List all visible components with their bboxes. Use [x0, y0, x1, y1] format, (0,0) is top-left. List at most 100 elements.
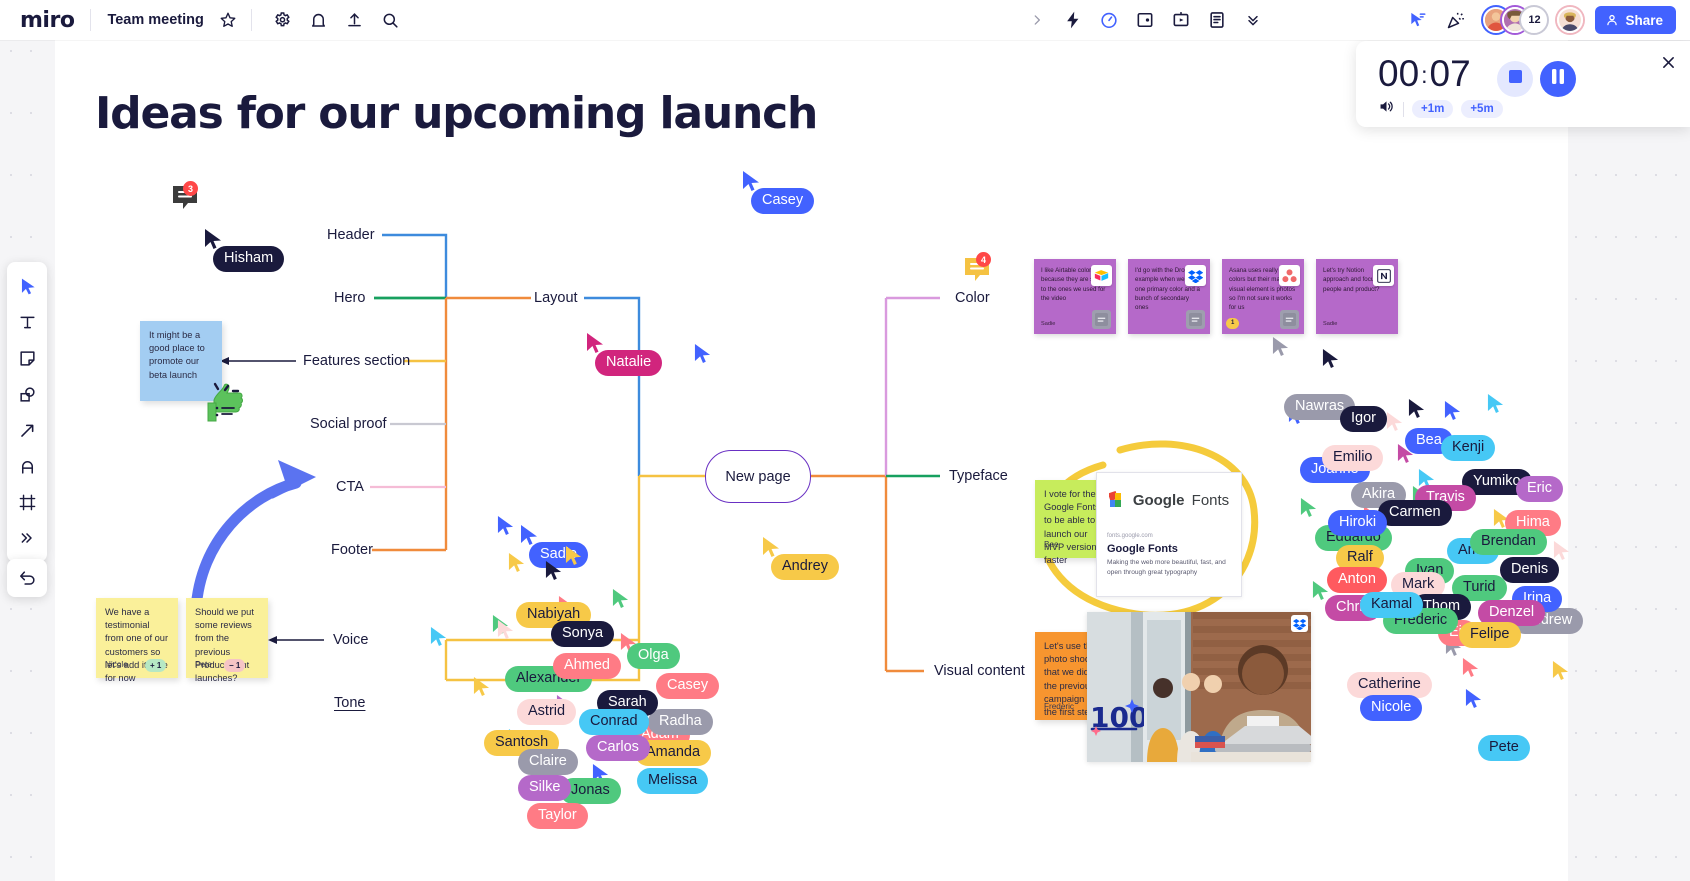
sticky-vote[interactable]: − 1	[224, 658, 246, 672]
divider	[250, 9, 252, 31]
screen-share-icon[interactable]	[1128, 3, 1162, 37]
timer-add-1m-button[interactable]: +1m	[1412, 100, 1454, 118]
gf-brand-fonts: Fonts	[1191, 491, 1230, 509]
participant-tag[interactable]: Olga	[627, 643, 680, 669]
chevron-right-icon[interactable]	[1020, 3, 1054, 37]
participant-tag[interactable]: Eric	[1516, 476, 1563, 502]
collaborator-avatars[interactable]: 12	[1483, 7, 1584, 33]
upload-icon[interactable]	[338, 3, 372, 37]
purple-note-asana[interactable]: Asana uses really nice colors but their …	[1222, 259, 1304, 334]
participant-tag[interactable]: Silke	[518, 775, 572, 801]
hundred-points-sticker[interactable]: 100	[1088, 695, 1148, 744]
participant-tag[interactable]: Brendan	[1470, 529, 1547, 555]
participant-tag[interactable]: Anton	[1327, 567, 1387, 593]
participant-tag[interactable]: Kamal	[1360, 592, 1424, 618]
participant-tag[interactable]: Carlos	[586, 735, 650, 761]
search-icon[interactable]	[374, 3, 408, 37]
canvas-grid-dot	[1675, 174, 1677, 176]
mindmap-label-hero[interactable]: Hero	[334, 290, 365, 306]
undo-button[interactable]	[7, 559, 47, 597]
text-tool[interactable]	[11, 306, 43, 338]
participant-tag[interactable]: Ahmed	[553, 653, 621, 679]
participant-tag[interactable]: Nicole	[1360, 695, 1423, 721]
timer-pause-button[interactable]	[1540, 61, 1576, 97]
timer-icon[interactable]	[1092, 3, 1126, 37]
participant-tag[interactable]: Pete	[1478, 735, 1530, 761]
participant-tag[interactable]: Emilio	[1322, 445, 1384, 471]
board-canvas[interactable]: Ideas for our upcoming launch Header Her…	[0, 40, 1690, 881]
cursor-share-icon[interactable]	[1401, 3, 1435, 37]
pen-tool[interactable]	[11, 450, 43, 482]
canvas-grid-dot	[1655, 298, 1657, 300]
mindmap-label-features[interactable]: Features section	[303, 353, 410, 369]
shapes-tool[interactable]	[11, 378, 43, 410]
chevron-double-down-icon[interactable]	[1236, 3, 1270, 37]
gf-url: fonts.google.com	[1107, 533, 1153, 539]
reaction-face-icon[interactable]	[1092, 310, 1111, 329]
celebrate-icon[interactable]	[1439, 3, 1473, 37]
lightning-icon[interactable]	[1056, 3, 1090, 37]
speaker-icon[interactable]	[1378, 98, 1395, 120]
notes-icon[interactable]	[1200, 3, 1234, 37]
mindmap-center-node[interactable]: New page	[705, 450, 811, 503]
participant-tag[interactable]: Hiroki	[1328, 510, 1388, 536]
participant-tag[interactable]: Taylor	[527, 803, 588, 829]
close-icon[interactable]	[1658, 52, 1678, 72]
purple-note-dropbox[interactable]: I'd go with the Dropbox example when we …	[1128, 259, 1210, 334]
mindmap-label-typeface[interactable]: Typeface	[949, 468, 1008, 484]
arrow-tool[interactable]	[11, 414, 43, 446]
sticky-testimonial[interactable]: We have a testimonial from one of our cu…	[96, 598, 178, 683]
participant-tag[interactable]: Denis	[1500, 557, 1560, 583]
canvas-grid-dot	[1615, 422, 1617, 424]
cursor-tool[interactable]	[11, 270, 43, 302]
mindmap-label-social-proof[interactable]: Social proof	[310, 416, 387, 432]
participant-tag[interactable]: Sonya	[551, 621, 615, 647]
participant-tag[interactable]: Casey	[656, 673, 720, 699]
gear-icon[interactable]	[266, 3, 300, 37]
mindmap-label-voice[interactable]: Voice	[333, 632, 368, 648]
avatar[interactable]	[1557, 7, 1584, 33]
mindmap-label-tone[interactable]: Tone	[334, 695, 365, 711]
present-icon[interactable]	[1164, 3, 1198, 37]
participant-tag[interactable]: Radha	[648, 709, 713, 735]
timer-add-5m-button[interactable]: +5m	[1461, 100, 1503, 118]
mindmap-label-footer[interactable]: Footer	[331, 542, 373, 558]
participant-tag[interactable]: Astrid	[517, 699, 577, 725]
reaction-face-icon[interactable]	[1280, 310, 1299, 329]
board-name[interactable]: Team meeting	[91, 12, 210, 28]
mindmap-label-color[interactable]: Color	[955, 290, 990, 306]
timer-stop-button[interactable]	[1497, 61, 1533, 97]
participant-tag[interactable]: Catherine	[1347, 672, 1432, 698]
miro-logo[interactable]: miro	[0, 8, 90, 33]
participant-tag[interactable]: Igor	[1340, 406, 1387, 432]
share-button[interactable]: Share	[1595, 6, 1676, 34]
thumbs-up-sticker[interactable]	[200, 378, 252, 431]
sticky-vote[interactable]: + 1	[145, 658, 167, 672]
more-tools[interactable]	[11, 522, 43, 554]
reaction-face-icon[interactable]	[1186, 310, 1205, 329]
participant-tag[interactable]: Kenji	[1441, 435, 1496, 461]
bell-icon[interactable]	[302, 3, 336, 37]
comment-badge-yellow[interactable]: 4	[962, 252, 992, 290]
participant-tag[interactable]: Conrad	[579, 709, 649, 735]
sticky-note-tool[interactable]	[11, 342, 43, 374]
comment-badge-dark[interactable]: 3	[170, 181, 200, 218]
participant-tag[interactable]: Felipe	[1459, 622, 1521, 648]
mindmap-label-layout[interactable]: Layout	[534, 290, 578, 306]
sticky-reviews[interactable]: Should we put some reviews from the prev…	[186, 598, 268, 683]
purple-note-notion[interactable]: Let's try Notion approach and focus on p…	[1316, 259, 1398, 334]
star-icon[interactable]	[211, 3, 245, 37]
mindmap-label-header[interactable]: Header	[327, 227, 375, 243]
participant-tag[interactable]: Carmen	[1378, 500, 1452, 526]
participant-tag[interactable]: Melissa	[637, 768, 709, 794]
avatar-overflow-count[interactable]: 12	[1521, 7, 1548, 33]
mindmap-label-cta[interactable]: CTA	[336, 479, 364, 495]
google-fonts-embed[interactable]: Google Fonts fonts.google.com Google Fon…	[1096, 472, 1242, 597]
timer-panel[interactable]: 00:07 +1m +5m	[1356, 41, 1690, 127]
frame-tool[interactable]	[11, 486, 43, 518]
canvas-grid-dot	[1675, 236, 1677, 238]
purple-note-vote[interactable]: 1	[1226, 318, 1240, 329]
participant-tag[interactable]: Claire	[518, 749, 578, 775]
mindmap-label-visual-content[interactable]: Visual content	[934, 663, 1025, 679]
purple-note-airtable[interactable]: I like Airtable colors because they are …	[1034, 259, 1116, 334]
